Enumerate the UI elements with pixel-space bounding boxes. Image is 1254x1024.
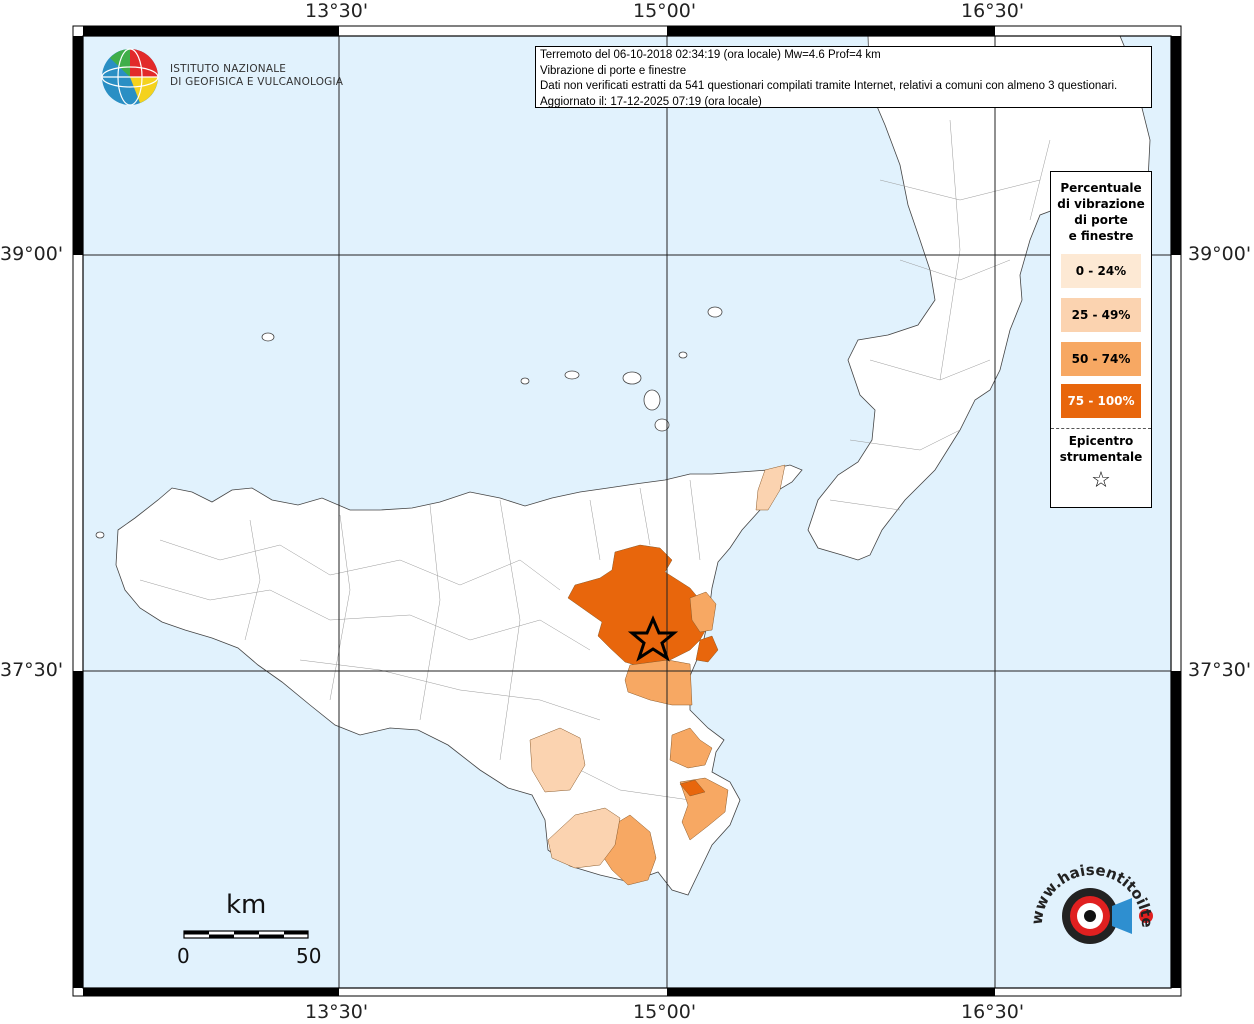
legend-title: Percentuale di vibrazione di porte e fin… — [1051, 180, 1151, 244]
event-info-line-3: Dati non verificati estratti da 541 ques… — [540, 80, 1118, 92]
scale-end-label: 50 — [296, 944, 322, 968]
event-info-box: Terremoto del 06-10-2018 02:34:19 (ora l… — [535, 46, 1152, 108]
legend-class-3: 50 - 74% — [1061, 342, 1141, 376]
legend-title-line-1: Percentuale — [1060, 181, 1142, 195]
ingv-logo-text: ISTITUTO NAZIONALE DI GEOFISICA E VULCAN… — [170, 63, 343, 89]
ingv-logo-icon — [101, 48, 159, 106]
svg-text:www.haisentitoilterremoto.it: www.haisentitoilterremoto.it — [1030, 855, 1156, 928]
epicenter-legend-line-2: strumentale — [1059, 450, 1143, 464]
event-info-line-2: Vibrazione di porte e finestre — [540, 64, 687, 77]
legend-title-line-4: e finestre — [1068, 229, 1134, 243]
legend-class-4: 75 - 100% — [1061, 384, 1141, 418]
event-info-line-4: Aggiornato il: 17-12-2025 07:19 (ora loc… — [540, 95, 762, 108]
scale-unit-label: km — [226, 890, 267, 920]
map-legend: Percentuale di vibrazione di porte e fin… — [1050, 171, 1152, 508]
legend-class-2: 25 - 49% — [1061, 298, 1141, 332]
scale-bar — [183, 930, 309, 939]
lon-label-bottom-1: 13°30' — [305, 1001, 369, 1023]
epicenter-legend-title: Epicentro strumentale — [1051, 433, 1151, 465]
scale-start-label: 0 — [177, 944, 190, 968]
epicenter-legend-line-1: Epicentro — [1068, 434, 1134, 448]
epicenter-legend-star-icon: ☆ — [1091, 468, 1111, 493]
lon-label-top-3: 16°30' — [961, 0, 1025, 22]
logo-line-1: ISTITUTO NAZIONALE — [170, 63, 287, 75]
lon-label-top-1: 13°30' — [305, 0, 369, 22]
lon-label-bottom-3: 16°30' — [961, 1001, 1025, 1023]
legend-title-line-2: di vibrazione — [1057, 197, 1145, 211]
lat-label-left-2: 37°30' — [0, 659, 64, 681]
lon-label-top-2: 15°00' — [633, 0, 697, 22]
lon-label-bottom-2: 15°00' — [633, 1001, 697, 1023]
lat-label-right-1: 39°00' — [1188, 243, 1252, 265]
legend-class-1: 0 - 24% — [1061, 254, 1141, 288]
legend-title-line-3: di porte — [1074, 213, 1128, 227]
lat-label-left-1: 39°00' — [0, 243, 64, 265]
event-info-line-1: Terremoto del 06-10-2018 02:34:19 (ora l… — [540, 49, 881, 61]
lat-label-right-2: 37°30' — [1188, 659, 1252, 681]
logo-line-2: DI GEOFISICA E VULCANOLOGIA — [170, 76, 344, 88]
legend-separator — [1051, 428, 1151, 429]
watermark-text: www.haisentitoilterremoto.it — [1030, 855, 1156, 928]
watermark-text-ring: www.haisentitoilterremoto.it — [1030, 855, 1156, 928]
